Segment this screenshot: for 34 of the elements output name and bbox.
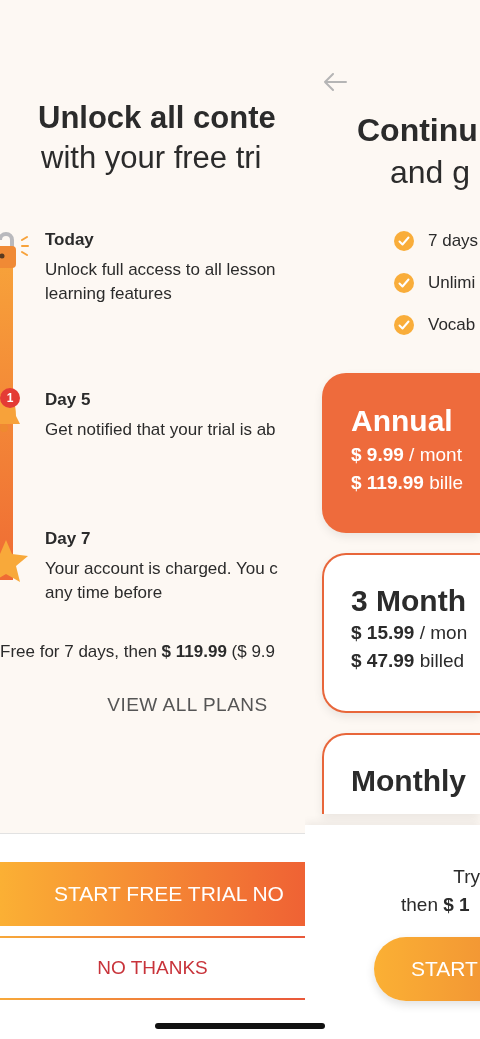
trial-note: then $ 1 bbox=[400, 893, 470, 917]
screen-title: with your free tri bbox=[40, 139, 263, 177]
plan-card[interactable]: Annual $ 9.99 / mont $ 119.99 bille bbox=[322, 373, 480, 533]
screen-title: Continu bbox=[356, 111, 478, 150]
step-description: Get notified that your trial is ab bbox=[45, 419, 276, 441]
check-icon bbox=[394, 315, 414, 335]
step-title: Day 5 bbox=[45, 389, 91, 411]
step-title: Day 7 bbox=[45, 528, 91, 550]
plan-price: $ 9.99 / mont bbox=[351, 443, 462, 467]
step-description: Your account is charged. You c any time before bbox=[45, 558, 278, 604]
plan-card[interactable]: Monthly bbox=[322, 733, 480, 814]
feature-text: 7 days bbox=[428, 231, 479, 251]
feature-text: Unlimi bbox=[428, 273, 476, 293]
notification-badge: 1 bbox=[0, 388, 20, 408]
plan-price: $ 15.99 / mon bbox=[351, 621, 468, 645]
plan-card[interactable]: 3 Month $ 15.99 / mon $ 47.99 billed bbox=[322, 553, 480, 713]
no-thanks-button[interactable]: NO THANKS bbox=[0, 936, 305, 1000]
start-trial-button[interactable]: START FREE TRIAL NO bbox=[0, 862, 305, 926]
plan-name: Annual bbox=[351, 403, 453, 439]
view-all-plans-link[interactable]: VIEW ALL PLANS bbox=[107, 694, 268, 716]
feature-text: Vocab bbox=[428, 315, 476, 335]
plan-billing: $ 119.99 bille bbox=[351, 471, 463, 495]
trial-note: Try bbox=[453, 865, 480, 889]
screen-title: and g bbox=[389, 153, 471, 192]
price-note: Free for 7 days, then $ 119.99 ($ 9.9 bbox=[0, 641, 276, 663]
step-description: Unlock full access to all lesson learning features bbox=[45, 259, 276, 305]
screen-title: Unlock all conte bbox=[37, 99, 277, 137]
back-arrow-icon[interactable] bbox=[323, 73, 347, 91]
step-title: Today bbox=[45, 229, 94, 251]
plan-name: 3 Month bbox=[351, 583, 466, 619]
check-icon bbox=[394, 273, 414, 293]
plan-billing: $ 47.99 billed bbox=[351, 649, 465, 673]
plan-name: Monthly bbox=[351, 763, 466, 799]
check-icon bbox=[394, 231, 414, 251]
